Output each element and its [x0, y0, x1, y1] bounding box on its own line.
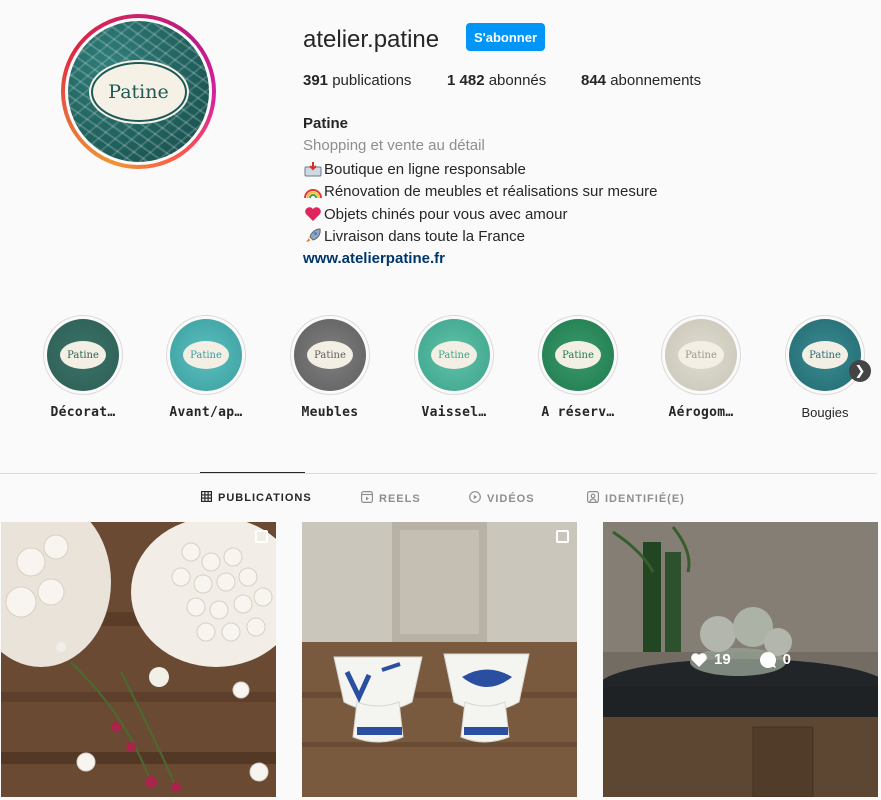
- logo-text: Patine: [108, 80, 169, 103]
- carousel-icon: [255, 530, 268, 543]
- post-image: [1, 522, 276, 797]
- highlight-label: Avant/ap…: [169, 405, 243, 420]
- highlight-aerogommage[interactable]: Patine Aérogom…: [651, 315, 751, 420]
- tab-videos[interactable]: VIDÉOS: [469, 491, 535, 506]
- highlight-label: Bougies: [801, 405, 849, 420]
- rocket-icon: [303, 227, 323, 245]
- following-count: 844: [581, 72, 607, 89]
- posts-count: 391: [303, 72, 329, 89]
- bio-line: Livraison dans toute la France: [303, 227, 525, 245]
- highlights-next-arrow-icon[interactable]: ❯: [849, 360, 871, 382]
- likes-count: 19: [713, 651, 731, 668]
- posts-label: publications: [332, 72, 412, 89]
- like-heart-icon: [691, 652, 707, 667]
- bio-line-text: Objets chinés pour vous avec amour: [324, 205, 568, 223]
- bio-category: Shopping et vente au détail: [303, 137, 485, 154]
- highlight-decoration[interactable]: Patine Décorat…: [33, 315, 133, 420]
- post-meringues[interactable]: [1, 522, 276, 797]
- highlight-logo-text: Patine: [678, 341, 724, 369]
- bio-line: Boutique en ligne responsable: [303, 160, 526, 178]
- highlight-logo-text: Patine: [431, 341, 477, 369]
- post-hydrangea-bowl[interactable]: 19 0: [603, 522, 878, 797]
- stat-posts[interactable]: 391 publications: [303, 72, 411, 89]
- tab-label: VIDÉOS: [487, 492, 535, 505]
- tabs-divider: [0, 473, 877, 474]
- carousel-icon: [556, 530, 569, 543]
- inbox-tray-icon: [303, 160, 323, 178]
- bio-line: Objets chinés pour vous avec amour: [303, 205, 567, 223]
- bio-line: Rénovation de meubles et réalisations su…: [303, 182, 658, 200]
- highlight-label: Décorat…: [50, 405, 116, 420]
- comments-count: 0: [782, 651, 792, 668]
- followers-label: abonnés: [488, 72, 547, 89]
- comment-bubble-icon: [759, 651, 776, 668]
- highlight-label: Meubles: [301, 405, 359, 420]
- active-tab-indicator: [200, 472, 305, 473]
- tab-label: PUBLICATIONS: [218, 492, 312, 504]
- bio-name: Patine: [303, 115, 349, 132]
- tab-publications[interactable]: PUBLICATIONS: [201, 491, 312, 505]
- bio-line-text: Livraison dans toute la France: [324, 227, 525, 245]
- stat-following[interactable]: 844 abonnements: [581, 72, 701, 89]
- followers-count: 1 482: [447, 72, 485, 89]
- profile-logo: Patine: [68, 21, 209, 162]
- highlight-logo-text: Patine: [802, 341, 848, 369]
- website-link[interactable]: www.atelierpatine.fr: [303, 250, 445, 267]
- following-label: abonnements: [610, 72, 702, 89]
- highlight-logo-text: Patine: [183, 341, 229, 369]
- comments-stat: 0: [759, 651, 791, 669]
- profile-avatar[interactable]: Patine: [61, 14, 216, 169]
- reels-icon: [361, 491, 374, 506]
- profile-username: atelier.patine: [303, 26, 440, 53]
- highlight-logo-text: Patine: [307, 341, 353, 369]
- heart-icon: [303, 205, 323, 223]
- highlight-label: Aérogom…: [668, 405, 734, 420]
- highlight-label: A réserv…: [541, 405, 615, 420]
- tab-label: REELS: [379, 492, 421, 505]
- rainbow-icon: [303, 182, 323, 200]
- likes-stat: 19: [690, 651, 731, 668]
- bio-line-text: Rénovation de meubles et réalisations su…: [324, 182, 658, 200]
- stat-followers[interactable]: 1 482 abonnés: [447, 72, 546, 89]
- highlight-a-reserver[interactable]: Patine A réserv…: [528, 315, 628, 420]
- tagged-icon: [587, 491, 600, 506]
- post-hover-overlay: 19 0: [603, 522, 878, 797]
- highlight-label: Vaissel…: [421, 405, 487, 420]
- bio-line-text: Boutique en ligne responsable: [324, 160, 526, 178]
- tab-reels[interactable]: REELS: [361, 491, 421, 506]
- highlight-avant-apres[interactable]: Patine Avant/ap…: [156, 315, 256, 420]
- highlight-meubles[interactable]: Patine Meubles: [280, 315, 380, 420]
- highlight-logo-text: Patine: [555, 341, 601, 369]
- grid-icon: [201, 491, 213, 505]
- video-play-icon: [469, 491, 481, 506]
- highlight-vaisselle[interactable]: Patine Vaissel…: [404, 315, 504, 420]
- tab-identifie[interactable]: IDENTIFIÉ(E): [587, 491, 685, 506]
- post-image: [302, 522, 577, 797]
- follow-button[interactable]: S'abonner: [466, 23, 545, 51]
- post-egg-cups[interactable]: [302, 522, 577, 797]
- tab-label: IDENTIFIÉ(E): [605, 492, 685, 505]
- highlight-logo-text: Patine: [60, 341, 106, 369]
